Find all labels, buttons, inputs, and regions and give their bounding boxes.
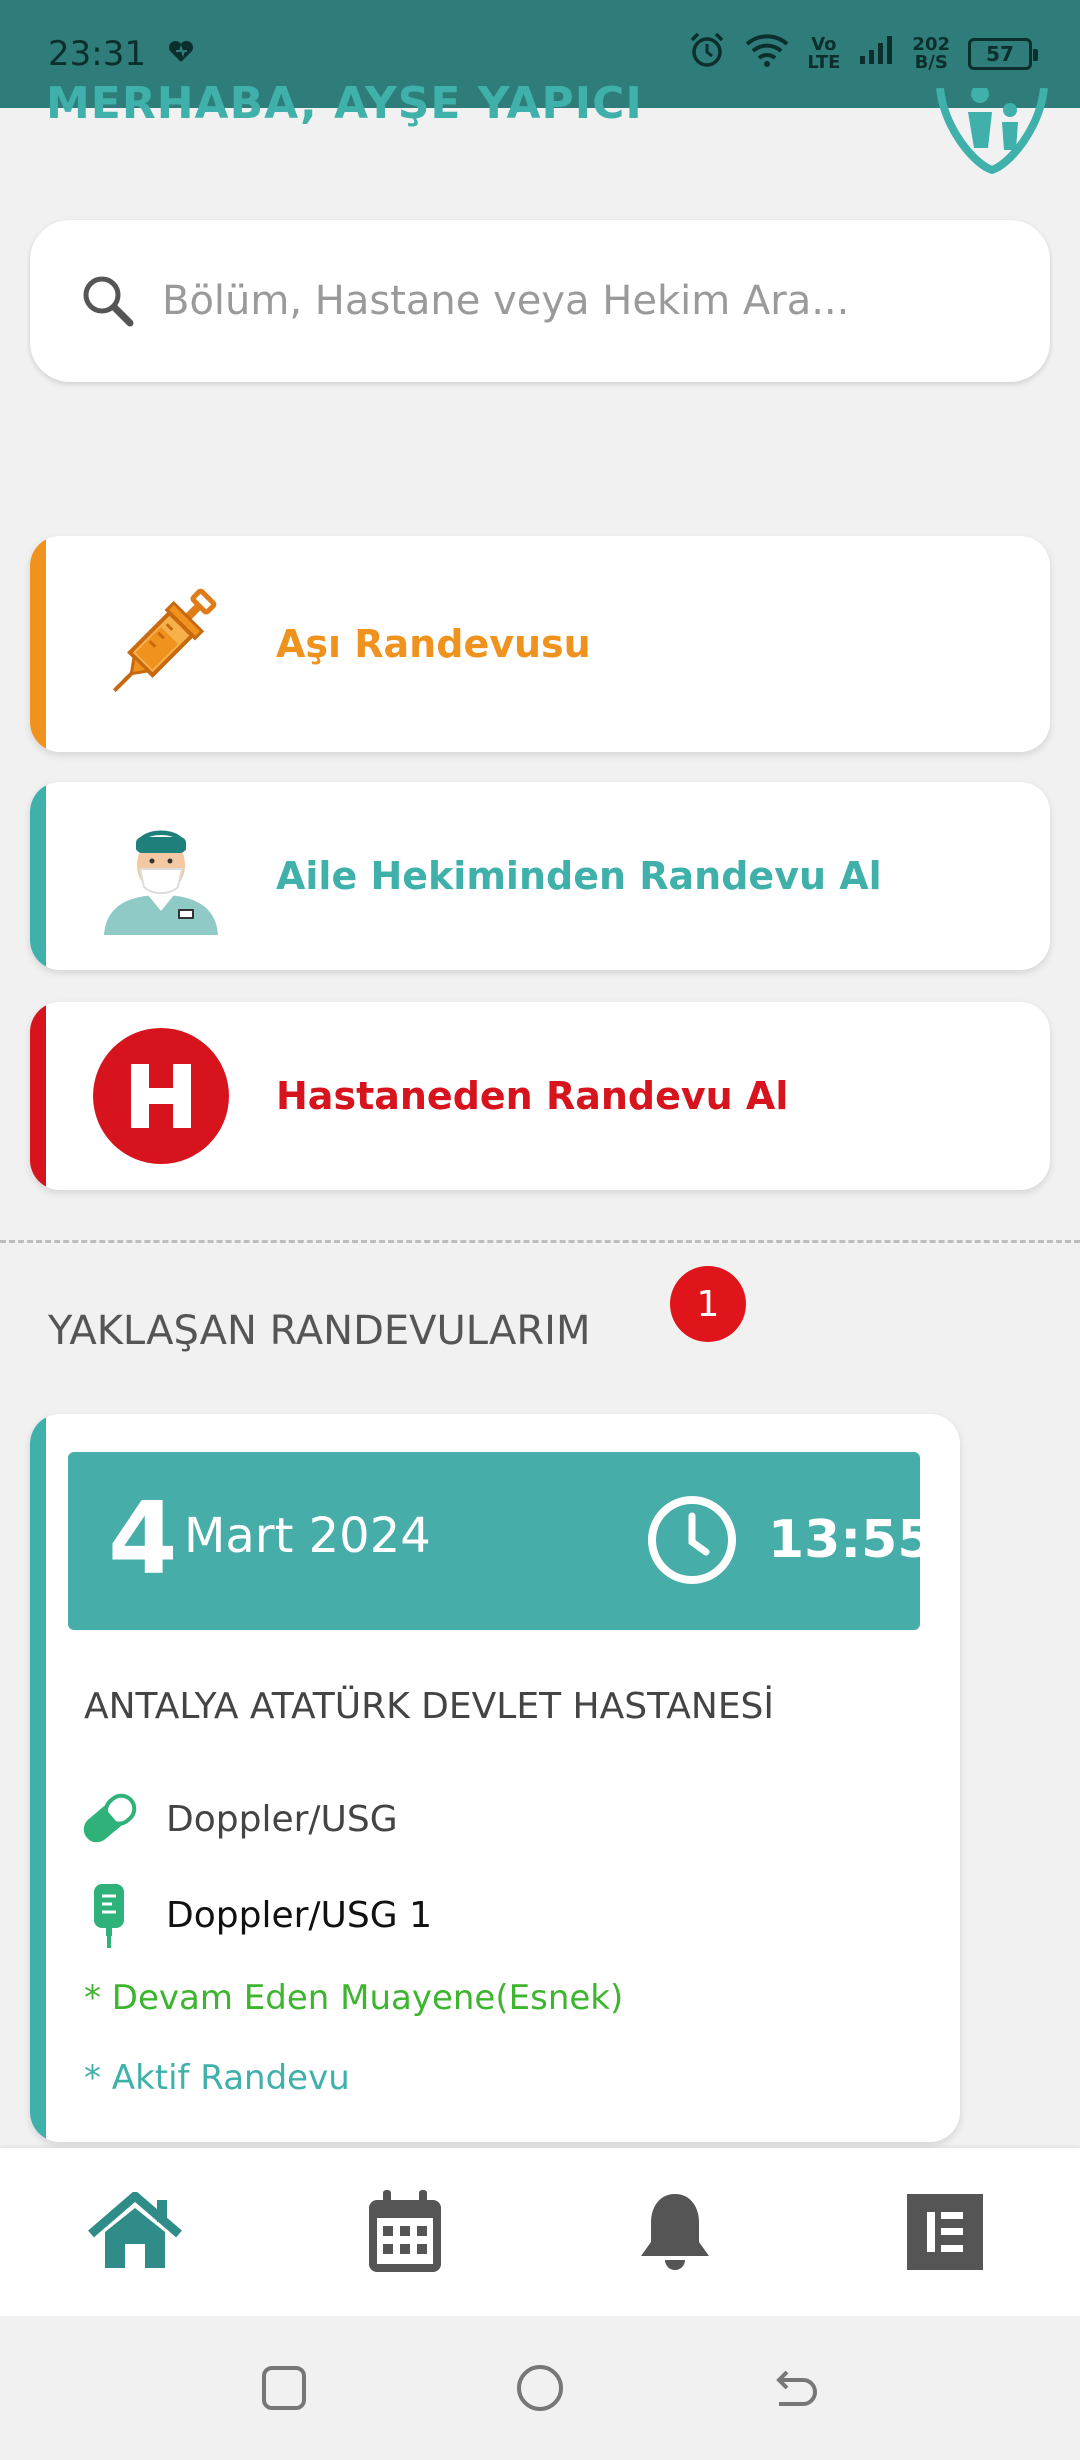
appointment-clinic-row: Doppler/USG 1 (74, 1880, 432, 1950)
appointment-date-block: 4 Mart 2024 13:55 (68, 1452, 934, 1630)
battery-level: 57 (986, 42, 1014, 66)
appointment-card[interactable]: 4 Mart 2024 13:55 ANTALYA ATATÜRK DEVLET… (30, 1414, 960, 2142)
system-navigation (0, 2316, 1080, 2460)
vaccine-appointment-card[interactable]: Aşı Randevusu (30, 536, 1050, 752)
home-button-icon[interactable] (512, 2360, 568, 2416)
alarm-icon (687, 30, 727, 79)
family-doctor-appointment-label: Aile Hekiminden Randevu Al (276, 854, 882, 898)
status-time: 23:31 (48, 34, 146, 74)
bottom-navigation (0, 2148, 1080, 2316)
iv-bag-icon (74, 1880, 144, 1950)
card-accent-bar (30, 782, 46, 970)
appointment-hospital: ANTALYA ATATÜRK DEVLET HASTANESİ (84, 1686, 775, 1727)
upcoming-count-badge: 1 (670, 1266, 746, 1342)
family-doctor-appointment-card[interactable]: Aile Hekiminden Randevu Al (30, 782, 1050, 970)
appointment-time: 13:55 (768, 1510, 934, 1570)
appointment-day: 4 (108, 1480, 178, 1597)
section-divider (0, 1240, 1080, 1243)
volte-indicator: Vo LTE (807, 36, 840, 72)
speed-unit: B/S (914, 52, 948, 73)
appointment-department-row: Doppler/USG (74, 1784, 398, 1854)
syringe-icon (86, 569, 236, 719)
search-icon (80, 273, 136, 329)
doctor-icon (86, 801, 236, 951)
bell-icon[interactable] (620, 2177, 730, 2287)
vaccine-appointment-label: Aşı Randevusu (276, 622, 591, 666)
card-accent-bar (30, 536, 46, 752)
search-bar[interactable] (30, 220, 1050, 382)
hospital-h-icon (86, 1021, 236, 1171)
recent-apps-icon[interactable] (256, 2360, 312, 2416)
volte-bottom: LTE (807, 52, 841, 73)
network-speed: 202 B/S (912, 36, 950, 72)
appointment-month-year: Mart 2024 (184, 1508, 431, 1564)
card-accent-bar (30, 1002, 46, 1190)
appointment-clinic: Doppler/USG 1 (166, 1894, 432, 1936)
wifi-icon (745, 32, 789, 77)
hospital-appointment-label: Hastaneden Randevu Al (276, 1074, 789, 1118)
signal-icon (858, 34, 894, 75)
card-accent-bar (30, 1414, 46, 2142)
appointment-status-note: * Devam Eden Muayene(Esnek) (84, 1978, 624, 2018)
upcoming-appointments-title: YAKLAŞAN RANDEVULARIM (48, 1308, 591, 1354)
search-input[interactable] (162, 278, 982, 324)
appointment-active-note: * Aktif Randevu (84, 2058, 350, 2098)
heart-icon (168, 38, 194, 71)
hospital-appointment-card[interactable]: Hastaneden Randevu Al (30, 1002, 1050, 1190)
home-icon[interactable] (80, 2177, 190, 2287)
app-logo-icon (934, 88, 1050, 174)
menu-icon[interactable] (890, 2177, 1000, 2287)
pill-icon (74, 1784, 144, 1854)
battery-icon: 57 (968, 38, 1038, 70)
appointment-department: Doppler/USG (166, 1798, 398, 1840)
calendar-icon[interactable] (350, 2177, 460, 2287)
back-icon[interactable] (768, 2360, 824, 2416)
greeting-title: MERHABA, AYŞE YAPICI (46, 78, 643, 129)
clock-icon (646, 1494, 738, 1586)
